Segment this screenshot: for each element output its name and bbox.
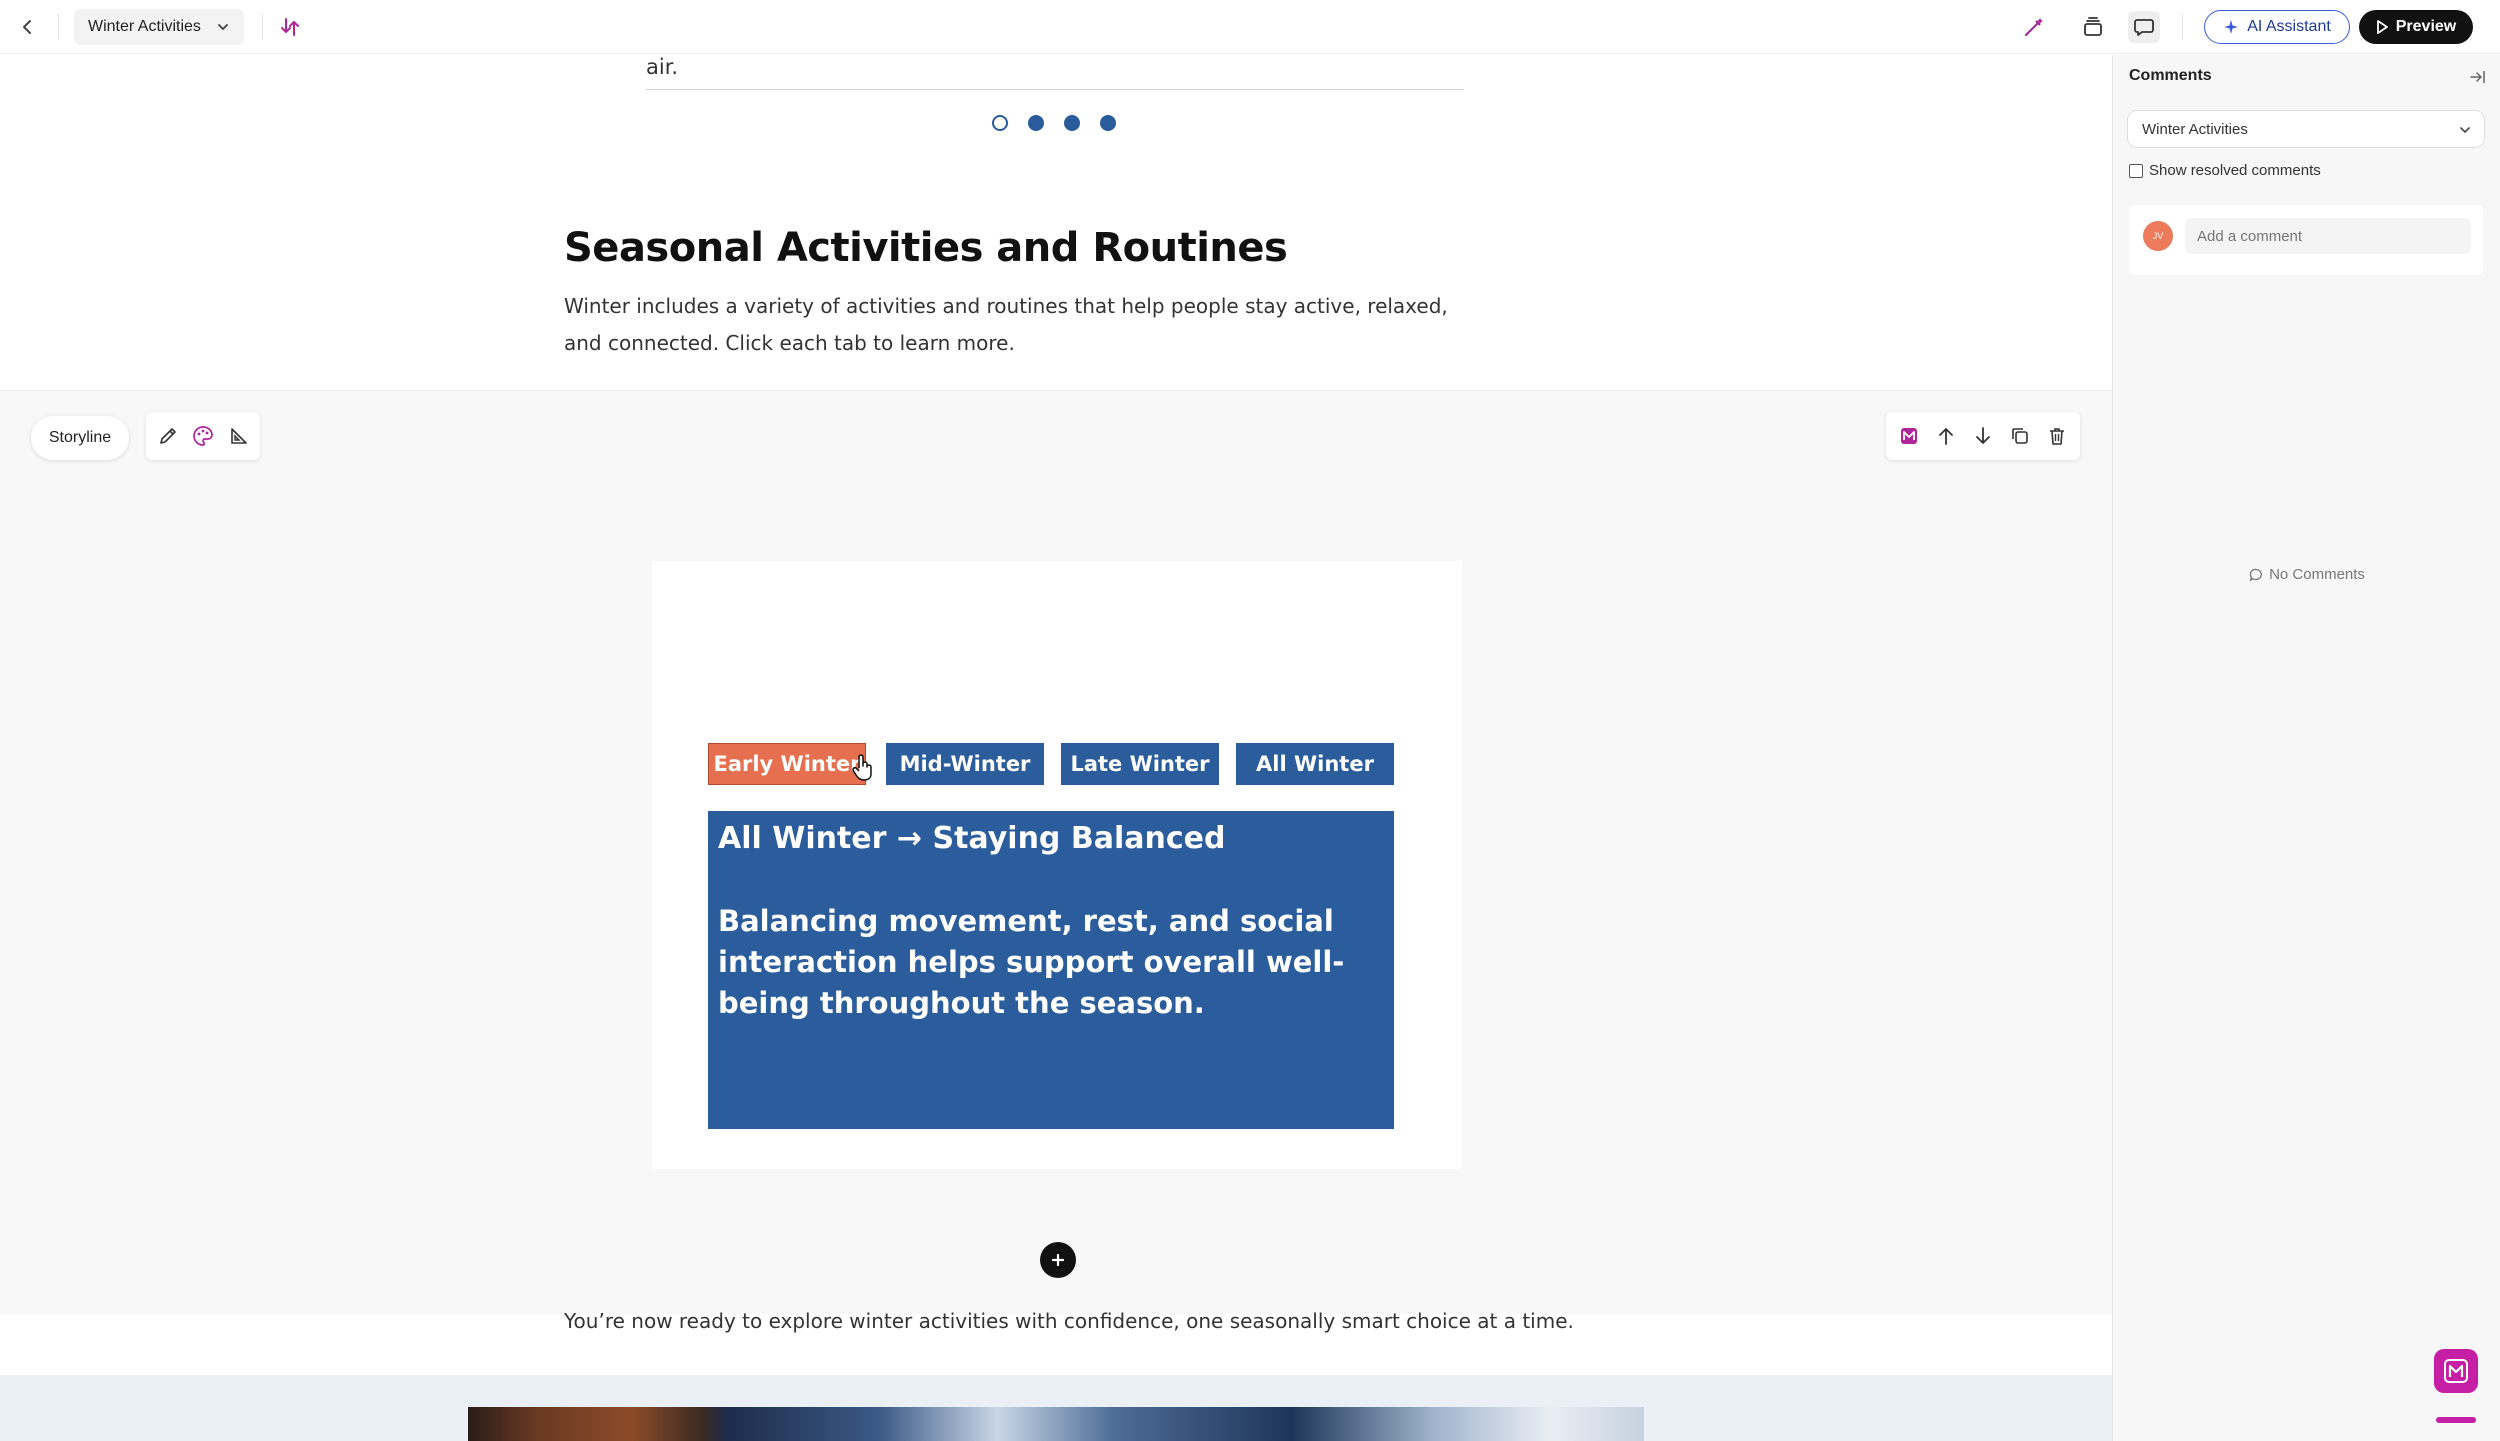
- block-toolbar: [1886, 412, 2080, 460]
- brand-logo-icon: [2444, 1359, 2468, 1383]
- tab-content-panel: All Winter → Staying Balanced Balancing …: [708, 811, 1394, 1129]
- section-title: Seasonal Activities and Routines: [564, 225, 1288, 271]
- plus-icon: [1051, 1253, 1065, 1267]
- storyline-label: Storyline: [48, 429, 112, 446]
- document-selector[interactable]: Winter Activities: [74, 9, 244, 45]
- comments-title: Comments: [2129, 67, 2212, 84]
- magic-wand-icon[interactable]: [2018, 11, 2050, 43]
- section-description: Winter includes a variety of activities …: [564, 294, 1448, 355]
- empty-state: No Comments: [2113, 566, 2500, 583]
- ai-assistant-label: AI Assistant: [2247, 18, 2331, 35]
- tab-content-body: Balancing movement, rest, and social int…: [718, 904, 1345, 1020]
- play-icon: [2376, 20, 2388, 34]
- tab-all-winter[interactable]: All Winter: [1236, 743, 1394, 785]
- back-arrow-icon[interactable]: [14, 13, 42, 41]
- closing-text: You’re now ready to explore winter activ…: [564, 1309, 1574, 1333]
- image-block: [0, 1375, 2112, 1441]
- divider: [262, 14, 263, 40]
- palette-icon[interactable]: [189, 422, 217, 450]
- top-bar: Winter Activities AI Assistant Preview: [0, 0, 2500, 54]
- tab-mid-winter[interactable]: Mid-Winter: [886, 743, 1044, 785]
- trash-icon[interactable]: [2043, 422, 2071, 450]
- ai-assistant-button[interactable]: AI Assistant: [2204, 10, 2350, 44]
- add-comment-input[interactable]: [2185, 218, 2471, 254]
- editor-canvas: air. Seasonal Activities and Routines Wi…: [0, 55, 2112, 1441]
- carousel-dot[interactable]: [992, 115, 1008, 131]
- hand-cursor-icon: [852, 754, 872, 781]
- collapse-panel-icon[interactable]: [2467, 66, 2489, 88]
- brand-logo-button[interactable]: [2434, 1349, 2478, 1393]
- chevron-down-icon: [2460, 127, 2470, 134]
- brand-bar: [2436, 1417, 2476, 1423]
- carousel-pagination: [992, 115, 1116, 131]
- tab-late-winter[interactable]: Late Winter: [1061, 743, 1219, 785]
- style-toolbar: [146, 412, 260, 460]
- carousel-dot[interactable]: [1100, 115, 1116, 131]
- show-resolved-row: Show resolved comments: [2129, 162, 2321, 179]
- previous-block-text: air.: [646, 55, 679, 79]
- preview-label: Preview: [2395, 18, 2457, 35]
- sync-arrows-icon[interactable]: [276, 13, 304, 41]
- comments-filter-value: Winter Activities: [2142, 120, 2248, 138]
- move-down-icon[interactable]: [1969, 422, 1997, 450]
- duplicate-icon[interactable]: [2006, 422, 2034, 450]
- carousel-dot[interactable]: [1064, 115, 1080, 131]
- pencil-icon[interactable]: [154, 422, 182, 450]
- document-title: Winter Activities: [88, 18, 201, 35]
- set-square-icon[interactable]: [225, 422, 253, 450]
- comments-panel: Comments Winter Activities Show resolved…: [2112, 55, 2500, 1441]
- comments-icon[interactable]: [2128, 11, 2160, 43]
- move-up-icon[interactable]: [1932, 422, 1960, 450]
- interaction-card: Early Winter Mid-Winter Late Winter All …: [652, 561, 1462, 1169]
- divider: [646, 89, 1464, 90]
- storyline-button[interactable]: Storyline: [31, 416, 129, 460]
- no-comments-text: No Comments: [2269, 566, 2365, 583]
- layers-icon[interactable]: [2077, 11, 2109, 43]
- winter-cabin-image: [468, 1407, 1644, 1441]
- chevron-down-icon: [218, 24, 228, 31]
- comment-bubble-icon: [2249, 568, 2262, 581]
- carousel-dot[interactable]: [1028, 115, 1044, 131]
- add-block-button[interactable]: [1040, 1242, 1076, 1278]
- interactive-block: Storyline Early Winter Mid-Winter Late W…: [0, 390, 2112, 1314]
- sparkle-icon: [2224, 20, 2239, 34]
- avatar: JV: [2143, 221, 2173, 251]
- tab-content-title: All Winter → Staying Balanced: [718, 821, 1226, 856]
- show-resolved-checkbox[interactable]: [2129, 163, 2143, 178]
- show-resolved-label: Show resolved comments: [2149, 162, 2321, 179]
- brand-block-icon[interactable]: [1895, 422, 1923, 450]
- comments-filter-select[interactable]: Winter Activities: [2127, 110, 2485, 148]
- tab-early-winter[interactable]: Early Winter: [708, 743, 866, 785]
- preview-button[interactable]: Preview: [2359, 10, 2473, 44]
- divider: [2182, 14, 2183, 40]
- divider: [58, 14, 59, 40]
